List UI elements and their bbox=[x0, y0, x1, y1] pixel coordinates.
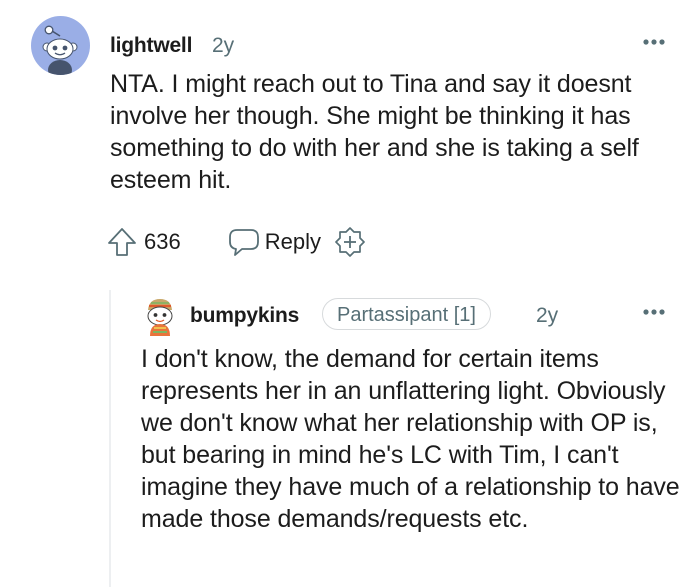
reply-avatar[interactable] bbox=[139, 295, 181, 337]
reply-button[interactable]: Reply bbox=[265, 229, 321, 255]
upvote-arrow-icon bbox=[108, 228, 136, 256]
snoo-avatar-icon bbox=[42, 25, 78, 75]
reply-timestamp: 2y bbox=[536, 304, 559, 327]
vote-score: 636 bbox=[144, 229, 181, 254]
reply-author[interactable]: bumpykins bbox=[190, 304, 299, 328]
comment-timestamp: 2y bbox=[212, 34, 235, 57]
comment-actions: 636 Reply bbox=[105, 224, 367, 260]
comment-author[interactable]: lightwell bbox=[110, 34, 192, 58]
thread-line[interactable] bbox=[109, 290, 111, 587]
more-dots-icon bbox=[643, 309, 665, 315]
comment-body: NTA. I might reach out to Tina and say i… bbox=[110, 70, 639, 194]
award-button[interactable] bbox=[333, 225, 367, 259]
upvote-button[interactable] bbox=[105, 224, 139, 260]
avatar[interactable] bbox=[31, 16, 90, 75]
comment: lightwell 2y NTA. I might reach out to T… bbox=[0, 0, 700, 290]
reply-more-options-button[interactable] bbox=[640, 302, 668, 322]
user-flair-badge: Partassipant [1] bbox=[322, 298, 491, 330]
more-dots-icon bbox=[643, 39, 665, 45]
more-options-button[interactable] bbox=[640, 32, 668, 52]
speech-bubble-icon bbox=[228, 229, 259, 256]
reply-body: I don't know, the demand for certain ite… bbox=[141, 345, 680, 533]
reply-button-icon[interactable] bbox=[227, 226, 261, 258]
award-plus-icon bbox=[335, 227, 365, 257]
custom-avatar-icon bbox=[147, 299, 173, 336]
